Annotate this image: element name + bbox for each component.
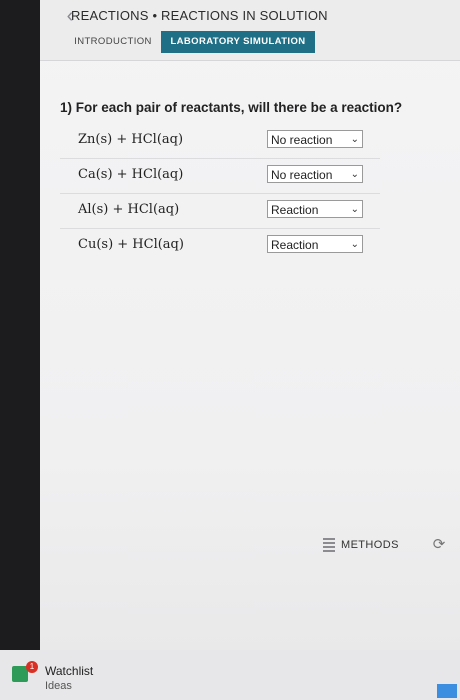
methods-button[interactable]: METHODS xyxy=(323,536,399,554)
reaction-answer-select[interactable]: Reaction ⌄ xyxy=(267,200,363,218)
reaction-equation: Zn(s) + HCl(aq) xyxy=(78,132,184,147)
watchlist-title[interactable]: Watchlist xyxy=(45,664,93,678)
chevron-down-icon: ⌄ xyxy=(350,204,359,215)
select-value: Reaction xyxy=(271,203,319,217)
select-value: No reaction xyxy=(271,133,333,147)
refresh-icon[interactable]: ⟳ xyxy=(431,536,447,553)
notification-badge: 1 xyxy=(26,661,38,673)
chevron-down-icon: ⌄ xyxy=(350,239,359,250)
reaction-answer-select[interactable]: No reaction ⌄ xyxy=(267,165,363,183)
reaction-equation: Cu(s) + HCl(aq) xyxy=(78,237,184,252)
methods-icon xyxy=(323,538,335,552)
section-title: REACTIONS • REACTIONS IN SOLUTION xyxy=(71,8,328,23)
select-value: Reaction xyxy=(271,238,319,252)
reaction-equation: Ca(s) + HCl(aq) xyxy=(78,167,184,182)
select-value: No reaction xyxy=(271,168,333,182)
reaction-row: Zn(s) + HCl(aq) No reaction ⌄ xyxy=(60,124,380,159)
reaction-row: Ca(s) + HCl(aq) No reaction ⌄ xyxy=(60,159,380,194)
tab-laboratory-simulation[interactable]: LABORATORY SIMULATION xyxy=(161,31,315,53)
chevron-down-icon: ⌄ xyxy=(350,169,359,180)
reaction-row: Cu(s) + HCl(aq) Reaction ⌄ xyxy=(60,229,380,263)
tab-introduction[interactable]: INTRODUCTION xyxy=(62,31,164,53)
taskbar: 1 Watchlist Ideas xyxy=(0,650,460,700)
reaction-equation: Al(s) + HCl(aq) xyxy=(78,202,180,217)
top-header: ‹ REACTIONS • REACTIONS IN SOLUTION INTR… xyxy=(40,0,460,61)
system-tray-icon[interactable] xyxy=(437,684,457,698)
reaction-answer-select[interactable]: No reaction ⌄ xyxy=(267,130,363,148)
app-screen: ‹ REACTIONS • REACTIONS IN SOLUTION INTR… xyxy=(40,0,460,650)
reaction-answer-select[interactable]: Reaction ⌄ xyxy=(267,235,363,253)
watchlist-subtitle: Ideas xyxy=(45,680,72,692)
reaction-row: Al(s) + HCl(aq) Reaction ⌄ xyxy=(60,194,380,229)
methods-label: METHODS xyxy=(341,539,399,551)
question-prompt: 1) For each pair of reactants, will ther… xyxy=(60,100,403,115)
chevron-down-icon: ⌄ xyxy=(350,134,359,145)
